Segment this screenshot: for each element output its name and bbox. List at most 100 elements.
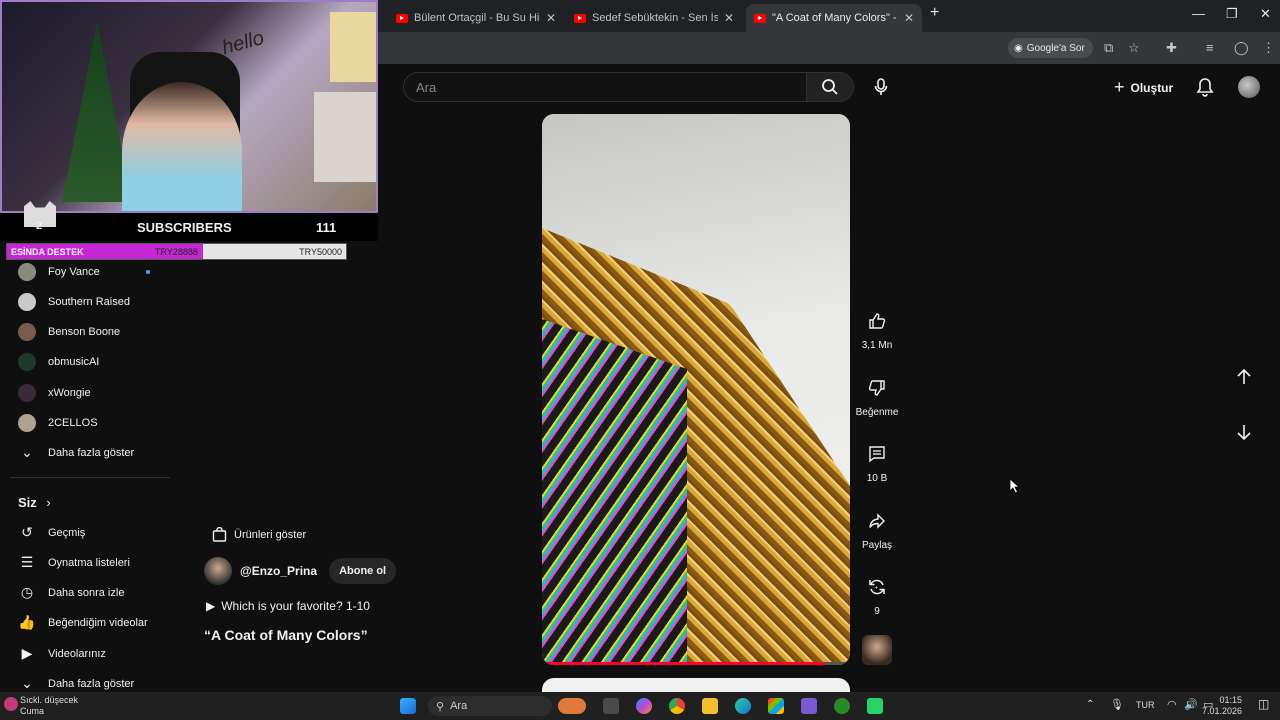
microphone-tray-icon[interactable]: 🎙 <box>1110 698 1124 711</box>
weather-widget[interactable]: Sıckl. düşecek Cuma <box>20 695 78 717</box>
your-videos-icon: ▶ <box>21 645 33 661</box>
previous-short-button[interactable] <box>1236 368 1252 391</box>
app-icon[interactable] <box>801 698 817 714</box>
browser-tab[interactable]: Bülent Ortaçgil - Bu Su Hiç Dur ✕ <box>388 4 564 32</box>
sidebar-subscription-item[interactable]: xWongie <box>18 384 91 402</box>
browser-tab-active[interactable]: "A Coat of Many Colors" - YouTu ✕ <box>746 4 922 32</box>
task-view-icon[interactable] <box>603 698 619 714</box>
system-clock[interactable]: 01:15 7.01.2026 <box>1196 695 1242 717</box>
subscribe-button[interactable]: Abone ol <box>329 558 397 584</box>
share-label: Paylaş <box>861 540 892 551</box>
taskbar-search[interactable]: ⚲ Ara <box>428 696 552 716</box>
share-icon <box>868 512 886 530</box>
sidebar-item-label: Daha sonra izle <box>48 586 125 599</box>
channel-avatar[interactable] <box>204 557 232 585</box>
dislike-button[interactable]: Beğenme <box>850 379 904 418</box>
show-more-you[interactable]: ⌄ Daha fazla göster <box>18 675 134 692</box>
chevron-down-icon: ⌄ <box>21 675 33 691</box>
restore-icon[interactable]: ❐ <box>1226 6 1238 22</box>
youtube-favicon-icon <box>754 13 766 23</box>
search-icon: ⚲ <box>436 700 445 713</box>
media-control-icon[interactable]: ≡ <box>1206 40 1214 55</box>
wifi-icon[interactable]: ◠ <box>1167 698 1177 711</box>
playlist-label: Which is your favorite? 1-10 <box>221 599 370 613</box>
start-windows-icon[interactable] <box>400 698 416 714</box>
edge-icon[interactable] <box>735 698 751 714</box>
create-button[interactable]: + Oluştur <box>1114 77 1173 98</box>
notifications-button[interactable] <box>1196 77 1214 102</box>
xbox-icon[interactable] <box>834 698 850 714</box>
chrome-icon[interactable] <box>669 698 685 714</box>
sidebar-subscription-item[interactable]: obmusicAI <box>18 353 99 371</box>
sidebar-subscription-item[interactable]: Foy Vance <box>18 263 100 281</box>
browser-tab[interactable]: Sedef Sebüktekin - Sen İstersin ✕ <box>566 4 742 32</box>
file-explorer-icon[interactable] <box>702 698 718 714</box>
search-highlight-icon[interactable] <box>558 698 586 714</box>
voice-search-button[interactable] <box>866 72 896 102</box>
youtube-favicon-icon <box>396 13 408 23</box>
store-icon[interactable] <box>768 698 784 714</box>
subscriber-counter: 2 SUBSCRIBERS 111 <box>0 201 378 241</box>
new-content-dot <box>146 270 150 274</box>
comment-count: 10 B <box>866 473 888 484</box>
windows-taskbar: Sıckl. düşecek Cuma ⚲ Ara ⌃ 🎙 TUR ◠ 🔊 ▭ … <box>0 692 1280 720</box>
show-products-button[interactable]: Ürünleri göster <box>212 527 306 542</box>
arrow-down-icon <box>1237 425 1251 441</box>
section-title: Siz <box>18 495 37 510</box>
install-app-icon[interactable]: ⧉ <box>1104 40 1113 56</box>
sidebar-item-playlists[interactable]: ☰ Oynatma listeleri <box>18 554 130 571</box>
show-more-subscriptions[interactable]: ⌄ Daha fazla göster <box>18 444 134 461</box>
short-video-player[interactable] <box>542 114 850 665</box>
language-indicator[interactable]: TUR <box>1136 700 1155 710</box>
browser-menu-icon[interactable]: ⋮ <box>1262 40 1275 56</box>
streamer <box>122 82 242 211</box>
share-button[interactable]: Paylaş <box>850 512 904 551</box>
sidebar-item-history[interactable]: ↺ Geçmiş <box>18 524 85 541</box>
account-avatar[interactable] <box>1238 76 1260 98</box>
close-tab-icon[interactable]: ✕ <box>724 11 734 25</box>
comments-button[interactable]: 10 B <box>850 445 904 484</box>
tab-bar: Bülent Ortaçgil - Bu Su Hiç Dur ✕ Sedef … <box>378 0 1280 32</box>
goal-current: TRY28888 <box>155 247 198 257</box>
like-button[interactable]: 3,1 Mn <box>850 312 904 351</box>
address-bar: ◉ Google'a Sor ⧉ ☆ ✚ ≡ ◯ ⋮ <box>378 32 1280 64</box>
remix-icon: + <box>868 578 886 596</box>
new-tab-plus-icon[interactable]: + <box>930 4 939 22</box>
copilot-icon[interactable] <box>636 698 652 714</box>
play-icon: ▶ <box>206 599 216 613</box>
sidebar-item-label: Southern Raised <box>48 296 130 308</box>
chevron-up-icon[interactable]: ⌃ <box>1086 699 1094 710</box>
channel-avatar <box>18 323 36 341</box>
sidebar-item-watch-later[interactable]: ◷ Daha sonra izle <box>18 584 125 601</box>
search-input[interactable]: Ara <box>403 72 807 102</box>
playlist-link[interactable]: ▶ Which is your favorite? 1-10 <box>206 599 370 613</box>
notifications-tray-icon[interactable]: ◫ <box>1258 697 1269 711</box>
bookmark-star-icon[interactable]: ☆ <box>1128 40 1140 56</box>
webcam-overlay: hello <box>0 0 378 213</box>
sound-source-thumbnail[interactable] <box>862 635 892 665</box>
sidebar-item-label: Foy Vance <box>48 266 100 278</box>
minimize-icon[interactable]: — <box>1192 6 1205 21</box>
sidebar-subscription-item[interactable]: Benson Boone <box>18 323 120 341</box>
sidebar-item-liked-videos[interactable]: 👍 Beğendiğim videolar <box>18 614 147 631</box>
video-progress-bar[interactable] <box>542 662 850 665</box>
close-window-icon[interactable]: ✕ <box>1260 6 1271 22</box>
profile-icon[interactable]: ◯ <box>1234 40 1249 56</box>
extensions-icon[interactable]: ✚ <box>1166 40 1177 56</box>
sidebar-subscription-item[interactable]: Southern Raised <box>18 293 130 311</box>
clock-time: 01:15 <box>1219 695 1242 705</box>
taskbar-search-label: Ara <box>450 700 468 712</box>
next-short-button[interactable] <box>1236 423 1252 446</box>
svg-text:+: + <box>875 586 879 592</box>
whatsapp-icon[interactable] <box>867 698 883 714</box>
sidebar-item-your-videos[interactable]: ▶ Videolarınız <box>18 645 106 662</box>
close-tab-icon[interactable]: ✕ <box>546 11 556 25</box>
google-ask-button[interactable]: ◉ Google'a Sor <box>1008 38 1093 58</box>
sidebar-section-you[interactable]: Siz › <box>18 495 51 510</box>
close-tab-icon[interactable]: ✕ <box>904 11 914 25</box>
channel-name[interactable]: @Enzo_Prina <box>240 564 317 578</box>
remix-button[interactable]: + 9 <box>850 578 904 617</box>
sidebar-subscription-item[interactable]: 2CELLOS <box>18 414 98 432</box>
search-button[interactable] <box>806 72 854 102</box>
counter-number: 2 <box>36 220 43 232</box>
